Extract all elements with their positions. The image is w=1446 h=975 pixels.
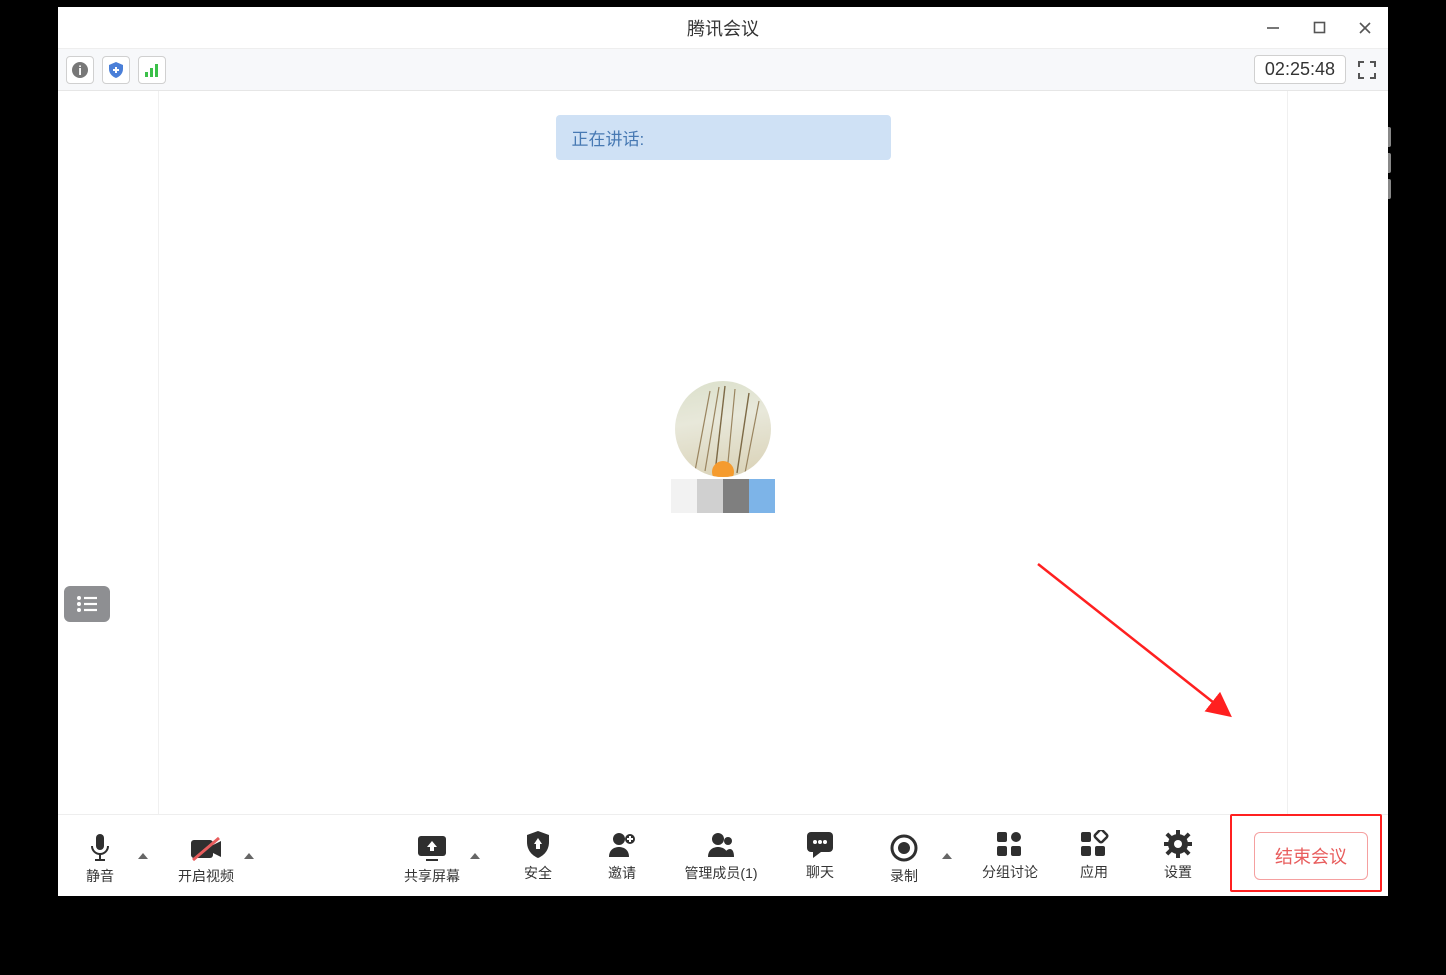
members-icon	[706, 829, 736, 859]
close-button[interactable]	[1342, 7, 1388, 48]
share-screen-icon	[416, 834, 448, 862]
info-button[interactable]: i	[66, 56, 94, 84]
chevron-up-icon	[244, 853, 254, 859]
share-options-caret[interactable]	[466, 826, 484, 886]
chevron-up-icon	[942, 853, 952, 859]
video-label: 开启视频	[178, 866, 234, 886]
svg-text:i: i	[78, 63, 82, 78]
camera-off-icon	[189, 836, 223, 862]
network-status-button[interactable]	[138, 56, 166, 84]
maximize-icon	[1313, 21, 1326, 34]
invite-button[interactable]: 邀请	[592, 829, 652, 883]
video-options-caret[interactable]	[240, 826, 258, 886]
participant-name-redacted	[671, 479, 775, 513]
window-controls	[1250, 7, 1388, 48]
chat-label: 聊天	[806, 862, 834, 882]
settings-button[interactable]: 设置	[1148, 830, 1208, 882]
participant-list-toggle[interactable]	[64, 586, 110, 622]
status-bar: i 02:25:48	[58, 49, 1388, 91]
window-title: 腾讯会议	[687, 15, 759, 41]
mute-options-caret[interactable]	[134, 826, 152, 886]
record-label: 录制	[890, 866, 918, 886]
shield-icon	[107, 61, 125, 79]
record-group: 录制	[874, 826, 956, 886]
shield-up-icon	[525, 829, 551, 859]
security-label: 安全	[524, 863, 552, 883]
microphone-icon	[86, 832, 114, 862]
gear-icon	[1164, 830, 1192, 858]
minimize-icon	[1266, 21, 1280, 35]
members-label: 管理成员(1)	[684, 863, 757, 883]
breakout-icon	[995, 830, 1025, 858]
members-button[interactable]: 管理成员(1)	[676, 829, 766, 883]
share-label: 共享屏幕	[404, 866, 460, 886]
participant-avatar	[675, 381, 771, 477]
end-meeting-button[interactable]: 结束会议	[1254, 832, 1368, 880]
chevron-up-icon	[470, 853, 480, 859]
apps-button[interactable]: 应用	[1064, 830, 1124, 882]
app-window: 腾讯会议 i 02:25:48	[55, 4, 1391, 899]
bottom-toolbar: 静音 开启视频 共享屏幕 安全 邀请	[58, 814, 1388, 896]
minimize-button[interactable]	[1250, 7, 1296, 48]
apps-icon	[1079, 830, 1109, 858]
apps-label: 应用	[1080, 862, 1108, 882]
mute-button[interactable]: 静音	[70, 832, 130, 886]
title-bar: 腾讯会议	[58, 7, 1388, 49]
security-status-button[interactable]	[102, 56, 130, 84]
status-right: 02:25:48	[1254, 55, 1380, 84]
breakout-label: 分组讨论	[982, 862, 1038, 882]
participant-avatar-block	[671, 381, 775, 513]
maximize-button[interactable]	[1296, 7, 1342, 48]
video-group: 开启视频	[176, 826, 258, 886]
fullscreen-icon	[1357, 60, 1377, 80]
share-group: 共享屏幕	[402, 826, 484, 886]
record-options-caret[interactable]	[938, 826, 956, 886]
security-button[interactable]: 安全	[508, 829, 568, 883]
video-area: 正在讲话:	[158, 91, 1288, 814]
record-button[interactable]: 录制	[874, 834, 934, 886]
chat-button[interactable]: 聊天	[790, 830, 850, 882]
settings-label: 设置	[1164, 862, 1192, 882]
meeting-timer: 02:25:48	[1254, 55, 1346, 84]
video-button[interactable]: 开启视频	[176, 836, 236, 886]
fullscreen-button[interactable]	[1354, 57, 1380, 83]
info-icon: i	[71, 61, 89, 79]
share-screen-button[interactable]: 共享屏幕	[402, 834, 462, 886]
list-icon	[75, 594, 99, 614]
chat-icon	[805, 830, 835, 858]
breakout-button[interactable]: 分组讨论	[980, 830, 1040, 882]
chevron-up-icon	[138, 853, 148, 859]
content-area: 正在讲话:	[58, 91, 1388, 814]
speaking-banner: 正在讲话:	[556, 115, 891, 160]
status-left: i	[66, 56, 166, 84]
avatar-image	[675, 381, 771, 477]
record-icon	[890, 834, 918, 862]
invite-icon	[607, 829, 637, 859]
invite-label: 邀请	[608, 863, 636, 883]
signal-icon	[143, 61, 161, 79]
mute-label: 静音	[86, 866, 114, 886]
audio-group: 静音	[70, 826, 152, 886]
close-icon	[1358, 21, 1372, 35]
